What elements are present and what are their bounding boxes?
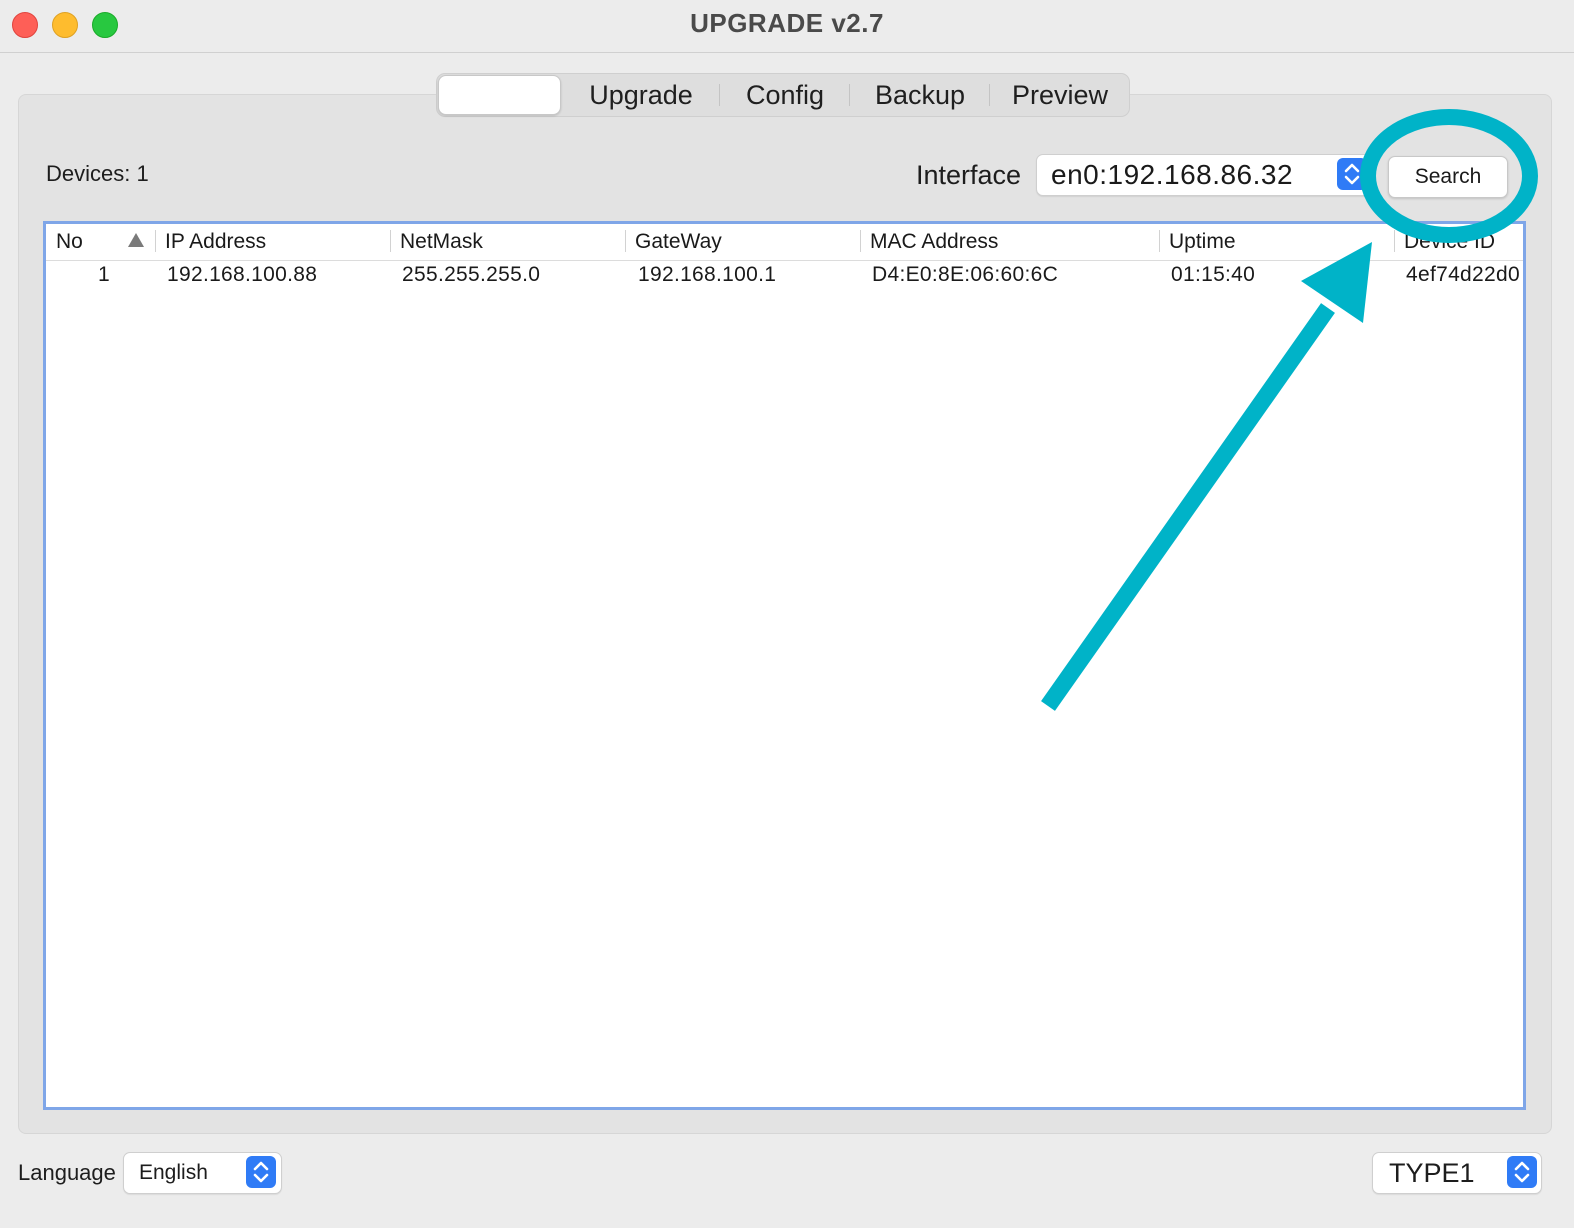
cell-netmask: 255.255.255.0 [402,263,541,286]
column-header-netmask[interactable]: NetMask [400,230,483,254]
language-select[interactable]: English [123,1152,282,1194]
column-header-gateway[interactable]: GateWay [635,230,722,254]
interface-select[interactable]: en0:192.168.86.32 [1036,154,1372,196]
interface-label: Interface [916,160,1022,190]
tab-bar: Upgrade Config Backup Preview [436,73,1130,117]
cell-mac-address: D4:E0:8E:06:60:6C [872,263,1059,286]
column-header-no[interactable]: No [56,230,83,254]
column-divider[interactable] [1394,230,1395,252]
interface-value: en0:192.168.86.32 [1051,159,1294,190]
tab-backup[interactable]: Backup [851,74,989,116]
column-divider[interactable] [390,230,391,252]
tab-config[interactable]: Config [721,74,849,116]
table-row[interactable]: 1 192.168.100.88 255.255.255.0 192.168.1… [46,261,1523,293]
search-button[interactable]: Search [1388,156,1508,198]
tab-preview-label: Preview [1011,80,1109,110]
tab-backup-label: Backup [874,80,966,110]
column-header-mac-address[interactable]: MAC Address [870,230,998,254]
window-title: UPGRADE v2.7 [690,8,884,38]
type-value: TYPE1 [1389,1158,1475,1188]
column-divider[interactable] [860,230,861,252]
tab-config-label: Config [745,80,825,110]
chevron-up-down-icon [1507,1156,1537,1188]
triangle-up-icon [128,233,144,247]
cell-ip-address: 192.168.100.88 [167,263,318,286]
tab-divider [989,84,990,106]
chevron-up-down-icon [246,1156,276,1188]
devices-count: Devices: 1 [46,161,149,186]
language-value: English [139,1161,208,1184]
chevron-up-down-icon [1337,158,1367,190]
column-header-uptime[interactable]: Uptime [1169,230,1236,254]
table-header: No IP Address NetMask GateWay MAC Addres… [46,224,1523,261]
tab-search[interactable] [438,75,561,115]
tab-preview[interactable]: Preview [991,74,1129,116]
column-header-device-id[interactable]: Device ID [1404,230,1495,254]
type-select[interactable]: TYPE1 [1372,1152,1542,1194]
title-bar: UPGRADE v2.7 [0,0,1574,53]
column-header-ip-address[interactable]: IP Address [165,230,266,254]
tab-upgrade[interactable]: Upgrade [565,74,717,116]
tab-divider [849,84,850,106]
cell-no: 1 [98,263,110,286]
column-divider[interactable] [1159,230,1160,252]
cell-gateway: 192.168.100.1 [638,263,777,286]
column-divider[interactable] [625,230,626,252]
cell-device-id: 4ef74d22d0 [1406,263,1520,286]
tab-divider [719,84,720,106]
column-divider[interactable] [155,230,156,252]
language-label: Language [18,1160,116,1185]
tab-upgrade-label: Upgrade [589,80,693,110]
cell-uptime: 01:15:40 [1171,263,1256,286]
device-table[interactable]: No IP Address NetMask GateWay MAC Addres… [43,221,1526,1110]
